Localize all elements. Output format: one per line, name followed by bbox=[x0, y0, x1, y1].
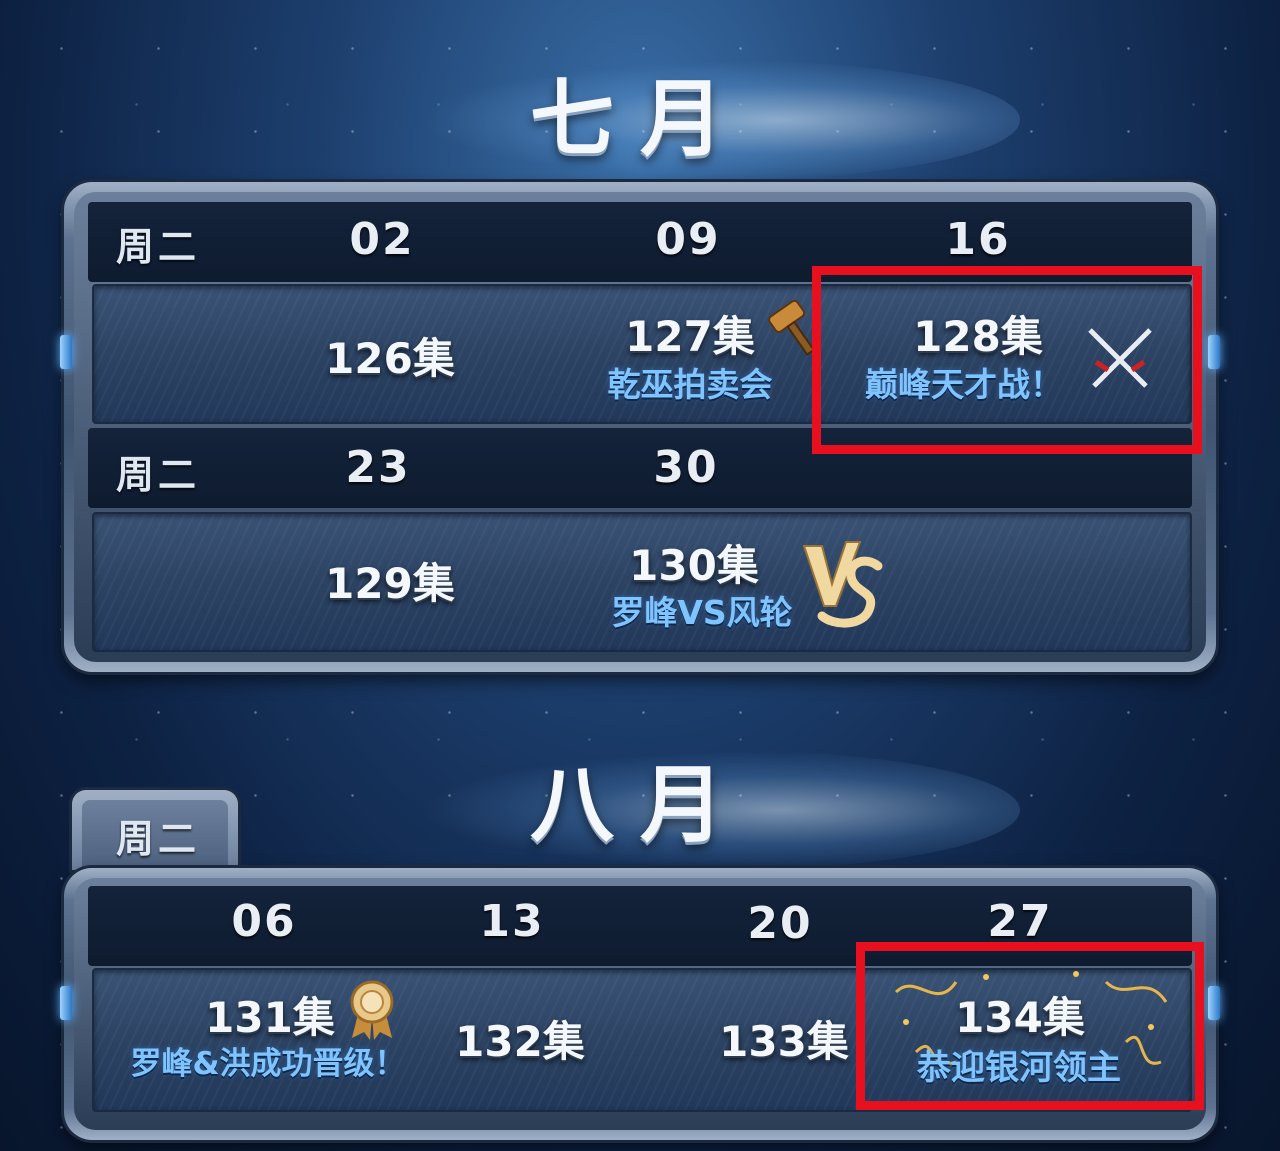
month-title-july: 七月 bbox=[529, 70, 750, 168]
episode-number: 130集 bbox=[629, 541, 759, 590]
highlight-box bbox=[812, 266, 1202, 454]
date-label: 30 bbox=[653, 442, 719, 493]
vs-icon bbox=[802, 541, 883, 628]
date-label: 09 bbox=[655, 214, 721, 265]
episode-subtitle: 罗峰&洪成功晋级！ bbox=[130, 1046, 406, 1082]
date-label: 27 bbox=[987, 896, 1053, 947]
date-label: 16 bbox=[945, 214, 1011, 265]
weekday-label: 周二 bbox=[116, 225, 201, 269]
episode-subtitle: 乾巫拍卖会 bbox=[607, 365, 773, 404]
highlight-box bbox=[856, 942, 1204, 1110]
episode-number: 126集 bbox=[325, 334, 455, 383]
date-label: 02 bbox=[349, 214, 415, 265]
date-label: 23 bbox=[345, 442, 411, 493]
panel-side-light bbox=[60, 335, 72, 369]
episode-subtitle: 罗峰VS风轮 bbox=[611, 593, 793, 632]
date-label: 06 bbox=[231, 896, 297, 947]
panel-side-light bbox=[1208, 335, 1220, 369]
medal-icon bbox=[350, 980, 394, 1040]
episode-number: 133集 bbox=[719, 1017, 849, 1066]
date-label: 20 bbox=[747, 898, 813, 949]
weekday-label: 周二 bbox=[116, 453, 201, 497]
panel-side-light bbox=[1208, 986, 1220, 1020]
episode-number: 131集 bbox=[205, 993, 335, 1042]
episode-number: 132集 bbox=[455, 1017, 585, 1066]
weekday-label: 周二 bbox=[116, 817, 201, 861]
panel-side-light bbox=[60, 986, 72, 1020]
date-label: 13 bbox=[479, 896, 545, 947]
episode-number: 129集 bbox=[325, 559, 455, 608]
